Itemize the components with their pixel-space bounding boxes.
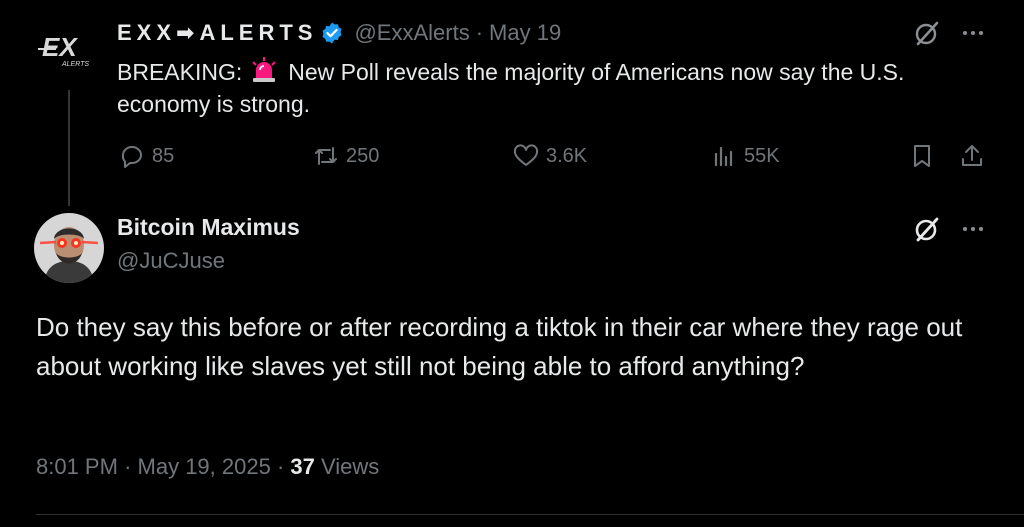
reply-meta: 8:01 PM · May 19, 2025 · 37 Views	[36, 454, 379, 480]
quoted-header: EXX➡ALERTS @ExxAlerts · May 19	[117, 18, 561, 48]
divider	[36, 514, 1024, 515]
share-icon	[962, 145, 982, 166]
quoted-text: BREAKING: New Poll reveals the majority …	[117, 56, 977, 120]
reply-handle[interactable]: @JuCJuse	[117, 248, 225, 274]
breaking-label: BREAKING:	[117, 59, 243, 85]
bookmark-button[interactable]	[908, 142, 942, 170]
reply-text: Do they say this before or after recordi…	[36, 312, 963, 381]
reply-date[interactable]: May 19, 2025	[138, 454, 271, 479]
reply-display-name[interactable]: Bitcoin Maximus	[117, 214, 300, 241]
svg-text:EX: EX	[42, 32, 78, 62]
reply-button[interactable]: 85	[118, 142, 174, 170]
siren-icon	[252, 57, 276, 82]
repost-count: 250	[346, 144, 380, 167]
quoted-handle[interactable]: @ExxAlerts	[354, 20, 469, 46]
views-button[interactable]: 55K	[710, 142, 780, 170]
more-icon[interactable]	[958, 214, 988, 249]
separator: ·	[124, 454, 132, 479]
views-icon	[714, 146, 733, 167]
thread-line	[68, 90, 70, 206]
exx-logo-icon[interactable]: EX ALERTS	[36, 28, 100, 72]
svg-text:ALERTS: ALERTS	[61, 61, 89, 68]
reply-time[interactable]: 8:01 PM	[36, 454, 118, 479]
like-button[interactable]: 3.6K	[512, 142, 587, 170]
views-label: Views	[321, 454, 380, 479]
repost-icon	[315, 147, 337, 165]
more-icon[interactable]	[958, 18, 988, 53]
reply-count: 85	[152, 144, 175, 167]
share-button[interactable]	[958, 142, 992, 170]
quoted-date[interactable]: May 19	[489, 20, 561, 46]
avatar[interactable]	[34, 213, 104, 283]
like-icon	[513, 144, 539, 166]
quoted-display-name[interactable]: EXX➡ALERTS	[117, 20, 317, 46]
grok-icon[interactable]	[912, 214, 942, 249]
views-count: 55K	[744, 144, 780, 167]
verified-badge-icon	[322, 22, 342, 44]
separator: ·	[276, 454, 285, 479]
repost-button[interactable]: 250	[312, 142, 379, 170]
view-count: 37	[290, 454, 315, 479]
bookmark-icon	[914, 145, 930, 167]
reply-icon	[121, 146, 142, 168]
grok-icon[interactable]	[912, 18, 942, 53]
separator: ·	[475, 20, 484, 45]
like-count: 3.6K	[546, 144, 588, 167]
